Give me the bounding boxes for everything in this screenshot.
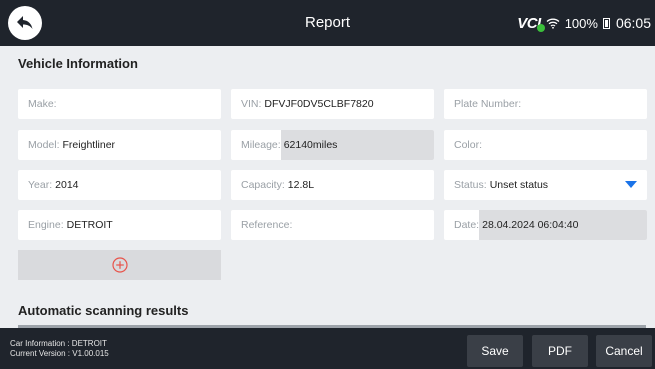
model-field[interactable]: Model: Freightliner xyxy=(18,130,221,160)
status-label: Status: xyxy=(454,179,487,191)
car-information-text: Car Information : DETROIT xyxy=(10,339,107,348)
scan-results-title: Automatic scanning results xyxy=(18,303,189,318)
status-value: Unset status xyxy=(489,179,549,191)
date-label: Date: xyxy=(454,219,480,231)
current-version-text: Current Version : V1.00.015 xyxy=(10,349,109,358)
dropdown-arrow-icon[interactable] xyxy=(625,181,637,188)
reference-label: Reference: xyxy=(241,219,293,231)
plus-circle-icon xyxy=(111,257,128,273)
vin-field: VIN: DFVJF0DV5CLBF7820 xyxy=(231,89,434,119)
capacity-field[interactable]: Capacity: 12.8L xyxy=(231,170,434,200)
cancel-button[interactable]: Cancel xyxy=(596,335,652,367)
vin-value: DFVJF0DV5CLBF7820 xyxy=(264,98,374,110)
model-value: Freightliner xyxy=(62,139,116,151)
engine-field[interactable]: Engine: DETROIT xyxy=(18,210,221,240)
mileage-value: 62140miles xyxy=(280,130,434,160)
plate-number-label: Plate Number: xyxy=(454,98,522,110)
car-info: Car Information : DETROIT Current Versio… xyxy=(10,339,109,359)
vin-label: VIN: xyxy=(241,98,262,110)
make-field[interactable]: Make: xyxy=(18,89,221,119)
add-field-button[interactable] xyxy=(18,250,221,280)
mileage-label: Mileage: xyxy=(241,139,281,151)
vci-status-icon: VCI xyxy=(517,15,545,32)
date-field: Date: 28.04.2024 06:04:40 xyxy=(444,210,647,240)
status-dropdown[interactable]: Status: Unset status xyxy=(444,170,647,200)
clock: 06:05 xyxy=(615,15,651,31)
date-value: 28.04.2024 06:04:40 xyxy=(479,210,647,240)
plate-number-field[interactable]: Plate Number: xyxy=(444,89,647,119)
make-label: Make: xyxy=(28,98,57,110)
status-area: VCI 100% 06:05 xyxy=(517,0,651,46)
capacity-label: Capacity: xyxy=(241,179,285,191)
color-label: Color: xyxy=(454,139,483,151)
wifi-icon xyxy=(546,18,560,29)
year-label: Year: xyxy=(28,179,53,191)
year-field[interactable]: Year: 2014 xyxy=(18,170,221,200)
battery-percent: 100% xyxy=(564,15,598,31)
top-bar: Report VCI 100% 06:05 xyxy=(0,0,655,46)
engine-value: DETROIT xyxy=(66,219,113,231)
mileage-field: Mileage: 62140miles xyxy=(231,130,434,160)
engine-label: Engine: xyxy=(28,219,64,231)
battery-icon xyxy=(602,17,610,29)
bottom-bar: Car Information : DETROIT Current Versio… xyxy=(0,328,655,369)
save-button[interactable]: Save xyxy=(467,335,523,367)
vehicle-info-title: Vehicle Information xyxy=(18,56,138,71)
color-field[interactable]: Color: xyxy=(444,130,647,160)
year-value: 2014 xyxy=(55,179,79,191)
pdf-button[interactable]: PDF xyxy=(532,335,588,367)
report-content: Vehicle Information Make: VIN: DFVJF0DV5… xyxy=(0,46,655,328)
reference-field[interactable]: Reference: xyxy=(231,210,434,240)
capacity-value: 12.8L xyxy=(287,179,315,191)
model-label: Model: xyxy=(28,139,60,151)
